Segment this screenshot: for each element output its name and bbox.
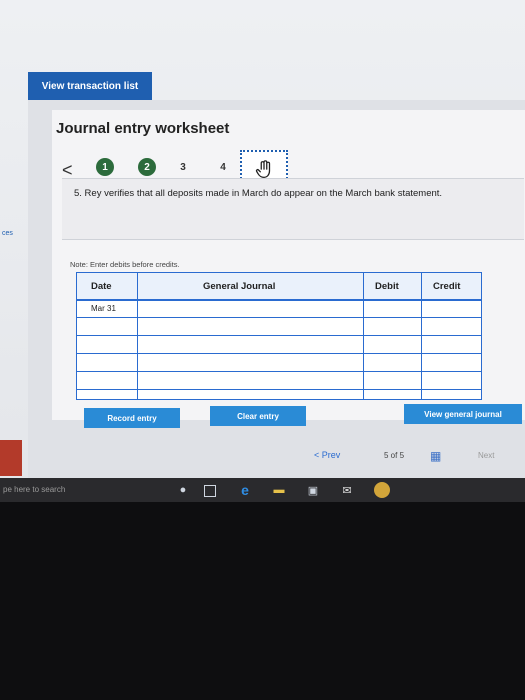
store-icon[interactable]: ▣ [306, 483, 320, 497]
row-date: Mar 31 [91, 304, 116, 313]
view-general-journal-button[interactable]: View general journal [404, 404, 522, 424]
step-2[interactable]: 2 [138, 158, 156, 176]
col-general-journal: General Journal [203, 281, 276, 292]
screen: View transaction list Journal entry work… [0, 0, 525, 478]
step-1[interactable]: 1 [96, 158, 114, 176]
file-explorer-icon[interactable]: ▬ [272, 483, 286, 497]
column-divider [137, 273, 138, 399]
clear-entry-button[interactable]: Clear entry [210, 406, 306, 426]
mail-icon[interactable]: ✉ [340, 483, 354, 497]
column-divider [421, 273, 422, 399]
page-position: 5 of 5 [384, 451, 405, 460]
column-divider [363, 273, 364, 399]
step-3[interactable]: 3 [174, 158, 192, 176]
edge-icon[interactable]: e [238, 482, 252, 498]
grid-icon[interactable]: ▦ [430, 449, 441, 463]
side-app-tile[interactable] [0, 440, 22, 476]
step-4[interactable]: 4 [214, 158, 232, 176]
chrome-icon[interactable] [374, 482, 390, 498]
search-input[interactable]: pe here to search [3, 485, 65, 494]
prev-link[interactable]: < Prev [314, 450, 340, 460]
journal-table: Date General Journal Debit Credit Mar 31 [76, 272, 482, 400]
col-date: Date [91, 281, 112, 292]
col-debit: Debit [375, 281, 399, 292]
sidebar-fragment: ces [2, 230, 13, 237]
pagination: < Prev 5 of 5 ▦ Next [280, 446, 525, 472]
next-link[interactable]: Next [478, 451, 494, 460]
note-text: Note: Enter debits before credits. [70, 260, 180, 269]
microphone-icon[interactable]: ● [176, 483, 190, 497]
record-entry-button[interactable]: Record entry [84, 408, 180, 428]
taskbar: pe here to search ● e ▬ ▣ ✉ [0, 478, 525, 502]
task-view-icon[interactable] [204, 485, 216, 497]
transaction-description: 5. Rey verifies that all deposits made i… [74, 188, 443, 199]
worksheet-title: Journal entry worksheet [56, 120, 230, 137]
view-transaction-list-button[interactable]: View transaction list [28, 72, 152, 100]
col-credit: Credit [433, 281, 461, 292]
